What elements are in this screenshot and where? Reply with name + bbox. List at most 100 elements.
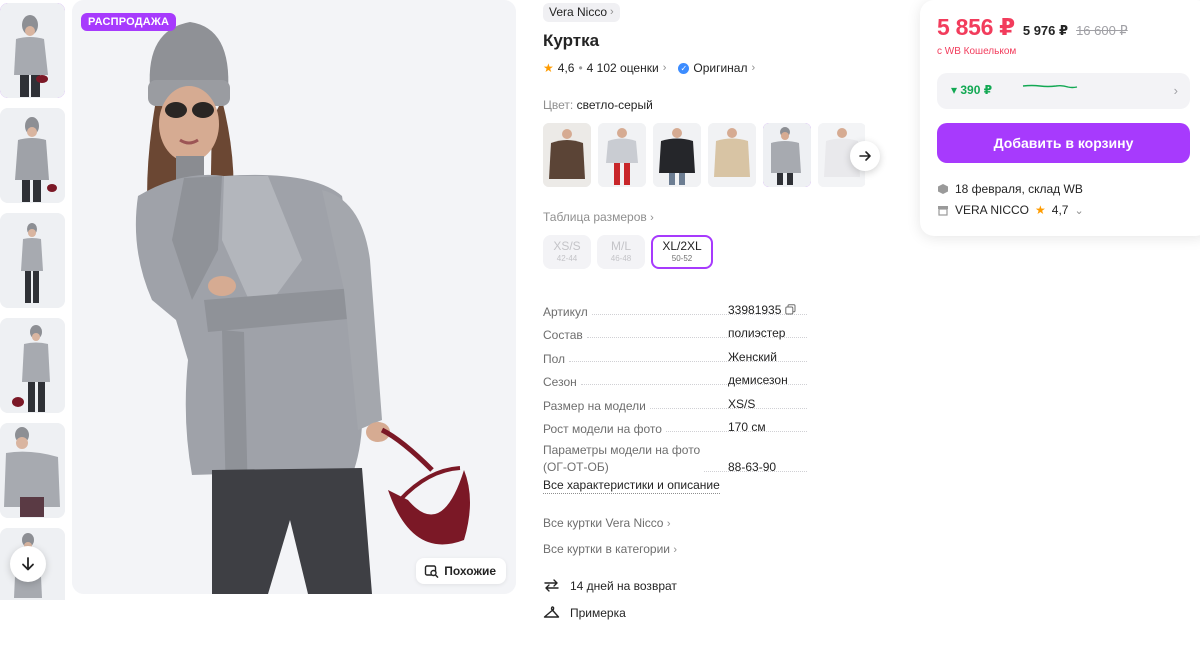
spec-value: 170 см	[728, 420, 766, 434]
size-option-m-l[interactable]: M/L 46-48	[597, 235, 645, 269]
spec-key: Артикул	[543, 304, 592, 319]
spec-key: Параметры модели на фото (ОГ-ОТ-ОБ)	[543, 442, 705, 476]
seller-info[interactable]: VERA NICCO ★ 4,7 ⌄	[937, 203, 1084, 217]
size-label: XS/S	[553, 239, 581, 253]
size-label: XL/2XL	[662, 239, 702, 253]
arrow-down-icon	[22, 557, 34, 571]
spec-row-season: Сезон демисезон	[543, 366, 813, 389]
color-value: светло-серый	[576, 98, 653, 112]
thumbnail-1[interactable]	[0, 3, 65, 98]
spec-key-line2: (ОГ-ОТ-ОБ)	[543, 460, 609, 474]
spec-value: Женский	[728, 349, 777, 364]
box-icon	[938, 184, 948, 194]
separator-dot: •	[578, 61, 583, 75]
thumbnail-strip	[0, 0, 66, 600]
spec-key: Пол	[543, 351, 570, 366]
size-option-xs-s[interactable]: XS/S 42-44	[543, 235, 591, 269]
spec-row-model-height: Рост модели на фото 170 см	[543, 413, 813, 436]
reviews-link[interactable]: 4 102 оценки	[587, 61, 659, 75]
spec-key: Рост модели на фото	[543, 422, 666, 436]
spec-row-article: Артикул 33981935	[543, 295, 813, 319]
main-product-photo[interactable]: РАСПРОДАЖА Похожие	[72, 0, 516, 594]
all-brand-label: Все куртки Vera Nicco	[543, 516, 664, 530]
spec-value: демисезон	[728, 373, 788, 387]
thumbnails-scroll-down-button[interactable]	[10, 546, 46, 582]
returns-perk: 14 дней на возврат	[543, 577, 677, 594]
size-table-label: Таблица размеров	[543, 210, 647, 224]
spec-key: Размер на модели	[543, 398, 650, 413]
return-arrows-icon	[544, 579, 559, 592]
size-label: M/L	[610, 239, 631, 253]
price-history-button[interactable]: ▾ 390 ₽ ›	[937, 73, 1190, 109]
thumbnail-3[interactable]	[0, 213, 65, 308]
price-drop-value: ▾ 390 ₽	[951, 83, 993, 97]
original-label: Оригинал	[693, 61, 748, 75]
size-selector: XS/S 42-44 M/L 46-48 XL/2XL 50-52	[543, 235, 713, 269]
chevron-right-icon: ›	[666, 518, 671, 530]
size-ru-label: 46-48	[610, 254, 632, 263]
regular-price: 5 976 ₽	[1022, 23, 1069, 38]
chevron-right-icon: ›	[673, 544, 678, 556]
delivery-label: 18 февраля, склад WB	[955, 182, 1083, 196]
fitting-label: Примерка	[570, 605, 626, 620]
add-to-cart-button[interactable]: Добавить в корзину	[937, 123, 1190, 163]
rating-row: ★ 4,6 • 4 102 оценки › ✓ Оригинал ›	[543, 61, 755, 75]
wallet-price: 5 856 ₽	[937, 14, 1015, 40]
spec-value: полиэстер	[728, 326, 786, 340]
color-label-key: Цвет:	[543, 98, 574, 112]
chevron-right-icon: ›	[751, 62, 756, 74]
spec-row-gender: Пол Женский	[543, 342, 813, 366]
chevron-right-icon: ›	[650, 212, 654, 224]
all-brand-jackets-link[interactable]: Все куртки Vera Nicco ›	[543, 516, 671, 530]
thumbnail-5[interactable]	[0, 423, 65, 518]
swatches-next-button[interactable]	[850, 141, 880, 171]
chevron-down-icon: ⌄	[1074, 204, 1084, 217]
original-badge[interactable]: ✓ Оригинал ›	[678, 61, 755, 75]
spec-row-model-size: Размер на модели XS/S	[543, 389, 813, 413]
thumbnail-4[interactable]	[0, 318, 65, 413]
sale-badge: РАСПРОДАЖА	[81, 13, 177, 31]
size-option-xl-2xl[interactable]: XL/2XL 50-52	[651, 235, 713, 269]
color-swatches	[543, 123, 865, 187]
brand-link[interactable]: Vera Nicco ›	[543, 3, 620, 22]
price-trend-sparkline	[1022, 84, 1078, 89]
verified-check-icon: ✓	[678, 62, 690, 74]
shop-icon	[938, 206, 948, 216]
spec-key: Состав	[543, 328, 587, 342]
spec-key-line1: Параметры модели на фото	[543, 443, 701, 457]
spec-row-model-params: Параметры модели на фото (ОГ-ОТ-ОБ) 88-63…	[543, 436, 813, 476]
all-characteristics-link[interactable]: Все характеристики и описание	[543, 478, 720, 494]
returns-label: 14 дней на возврат	[570, 578, 677, 593]
color-swatch-light-gray[interactable]	[763, 123, 811, 187]
color-swatch-brown[interactable]	[543, 123, 591, 187]
delivery-info: 18 февраля, склад WB	[937, 182, 1083, 196]
chevron-right-icon: ›	[610, 6, 614, 18]
similar-label: Похожие	[444, 564, 496, 578]
thumbnail-2[interactable]	[0, 108, 65, 203]
star-icon: ★	[543, 61, 554, 75]
color-label: Цвет: светло-серый	[543, 98, 653, 112]
search-similar-icon	[425, 564, 439, 578]
copy-icon[interactable]	[785, 304, 796, 315]
color-swatch-beige[interactable]	[708, 123, 756, 187]
star-icon: ★	[1035, 203, 1046, 217]
color-swatch-light-red[interactable]	[598, 123, 646, 187]
seller-name: VERA NICCO	[955, 203, 1030, 217]
spec-value: XS/S	[728, 396, 756, 411]
size-table-link[interactable]: Таблица размеров ›	[543, 210, 654, 224]
fitting-perk: Примерка	[543, 604, 626, 621]
similar-products-button[interactable]: Похожие	[416, 558, 506, 584]
chevron-right-icon: ›	[662, 62, 667, 74]
model-photo-image	[72, 0, 516, 594]
all-category-jackets-link[interactable]: Все куртки в категории ›	[543, 542, 677, 556]
wallet-note: с WB Кошельком	[937, 46, 1017, 57]
spec-value: 33981935	[728, 303, 796, 317]
spec-value: 88-63-90	[728, 460, 777, 474]
article-number: 33981935	[728, 302, 782, 317]
hanger-icon	[543, 606, 560, 618]
size-ru-label: 42-44	[556, 254, 578, 263]
price-row: 5 856 ₽ 5 976 ₽ 16 600 ₽	[937, 14, 1128, 41]
color-swatch-black[interactable]	[653, 123, 701, 187]
all-category-label: Все куртки в категории	[543, 542, 670, 556]
product-title: Куртка	[543, 31, 600, 50]
